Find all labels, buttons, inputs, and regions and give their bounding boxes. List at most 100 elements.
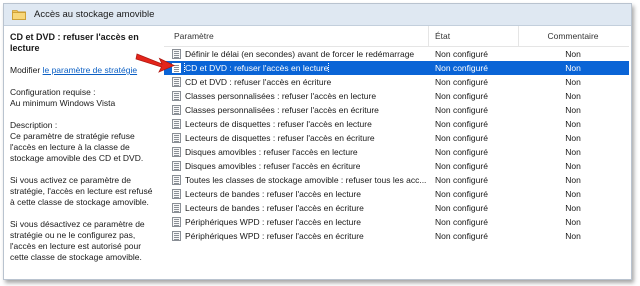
param-cell: Périphériques WPD : refuser l'accès en é… xyxy=(164,231,429,241)
policy-setting-icon xyxy=(172,189,181,199)
state-cell: Non configuré xyxy=(435,105,488,115)
column-header-state[interactable]: État xyxy=(429,26,519,46)
state-cell: Non configuré xyxy=(435,175,488,185)
gpedit-panel: Accès au stockage amovible CD et DVD : r… xyxy=(3,3,632,280)
state-cell: Non configuré xyxy=(435,189,488,199)
param-name: Lecteurs de bandes : refuser l'accès en … xyxy=(185,203,364,213)
param-cell: Disques amovibles : refuser l'accès en l… xyxy=(164,147,429,157)
param-name: Classes personnalisées : refuser l'accès… xyxy=(185,91,377,101)
comment-cell: Non xyxy=(565,91,581,101)
policy-setting-icon xyxy=(172,49,181,59)
comment-cell: Non xyxy=(565,63,581,73)
param-name: Lecteurs de disquettes : refuser l'accès… xyxy=(185,133,375,143)
policy-title: CD et DVD : refuser l'accès en lecture xyxy=(10,32,139,53)
comment-cell: Non xyxy=(565,49,581,59)
param-cell: Périphériques WPD : refuser l'accès en l… xyxy=(164,217,429,227)
description-label: Description : xyxy=(10,120,58,130)
list-rows: Définir le délai (en secondes) avant de … xyxy=(164,47,629,243)
param-cell: Disques amovibles : refuser l'accès en é… xyxy=(164,161,429,171)
param-name: Définir le délai (en secondes) avant de … xyxy=(185,49,415,59)
comment-cell: Non xyxy=(565,105,581,115)
table-row[interactable]: CD et DVD : refuser l'accès en écriture N… xyxy=(164,75,629,89)
param-cell: Classes personnalisées : refuser l'accès… xyxy=(164,91,429,101)
policy-setting-icon xyxy=(172,203,181,213)
table-row[interactable]: Lecteurs de bandes : refuser l'accès en … xyxy=(164,187,629,201)
param-name: Périphériques WPD : refuser l'accès en é… xyxy=(185,231,364,241)
param-cell: Classes personnalisées : refuser l'accès… xyxy=(164,105,429,115)
state-cell: Non configuré xyxy=(435,91,488,101)
param-cell: Lecteurs de bandes : refuser l'accès en … xyxy=(164,203,429,213)
policy-setting-icon xyxy=(172,217,181,227)
table-row[interactable]: Lecteurs de bandes : refuser l'accès en … xyxy=(164,201,629,215)
table-row[interactable]: Lecteurs de disquettes : refuser l'accès… xyxy=(164,131,629,145)
comment-cell: Non xyxy=(565,231,581,241)
param-name: Disques amovibles : refuser l'accès en l… xyxy=(185,147,358,157)
section-header: Accès au stockage amovible xyxy=(4,4,631,26)
requirements-label: Configuration requise : xyxy=(10,87,96,97)
param-name: Lecteurs de disquettes : refuser l'accès… xyxy=(185,119,372,129)
state-cell: Non configuré xyxy=(435,147,488,157)
policy-setting-icon xyxy=(172,105,181,115)
edit-prefix: Modifier xyxy=(10,65,43,75)
description-text-1: Ce paramètre de stratégie refuse l'accès… xyxy=(10,131,144,163)
comment-cell: Non xyxy=(565,175,581,185)
comment-cell: Non xyxy=(565,119,581,129)
comment-cell: Non xyxy=(565,77,581,87)
state-cell: Non configuré xyxy=(435,133,488,143)
table-row[interactable]: CD et DVD : refuser l'accès en lecture No… xyxy=(164,61,629,75)
requirements-value: Au minimum Windows Vista xyxy=(10,98,116,108)
param-name: Classes personnalisées : refuser l'accès… xyxy=(185,105,379,115)
edit-policy-link[interactable]: le paramètre de stratégie xyxy=(43,65,138,75)
param-name: Lecteurs de bandes : refuser l'accès en … xyxy=(185,189,361,199)
table-row[interactable]: Classes personnalisées : refuser l'accès… xyxy=(164,103,629,117)
comment-cell: Non xyxy=(565,133,581,143)
edit-policy-line: Modifier le paramètre de stratégie xyxy=(10,65,156,76)
table-row[interactable]: Toutes les classes de stockage amovible … xyxy=(164,173,629,187)
table-row[interactable]: Disques amovibles : refuser l'accès en é… xyxy=(164,159,629,173)
param-name: Toutes les classes de stockage amovible … xyxy=(185,175,427,185)
comment-cell: Non xyxy=(565,203,581,213)
column-header-comment[interactable]: Commentaire xyxy=(519,26,627,46)
table-row[interactable]: Classes personnalisées : refuser l'accès… xyxy=(164,89,629,103)
comment-cell: Non xyxy=(565,217,581,227)
comment-cell: Non xyxy=(565,161,581,171)
param-cell: CD et DVD : refuser l'accès en lecture xyxy=(164,63,429,73)
settings-list: Paramètre État Commentaire Définir le dé… xyxy=(164,26,629,279)
policy-setting-icon xyxy=(172,77,181,87)
list-header: Paramètre État Commentaire xyxy=(164,26,629,47)
param-name: Disques amovibles : refuser l'accès en é… xyxy=(185,161,361,171)
table-row[interactable]: Périphériques WPD : refuser l'accès en l… xyxy=(164,215,629,229)
state-cell: Non configuré xyxy=(435,203,488,213)
comment-cell: Non xyxy=(565,189,581,199)
table-row[interactable]: Périphériques WPD : refuser l'accès en é… xyxy=(164,229,629,243)
param-name: CD et DVD : refuser l'accès en lecture xyxy=(183,63,330,73)
policy-setting-icon xyxy=(172,133,181,143)
table-row[interactable]: Définir le délai (en secondes) avant de … xyxy=(164,47,629,61)
policy-setting-icon xyxy=(172,231,181,241)
param-cell: Lecteurs de disquettes : refuser l'accès… xyxy=(164,133,429,143)
state-cell: Non configuré xyxy=(435,119,488,129)
param-name: CD et DVD : refuser l'accès en écriture xyxy=(185,77,332,87)
policy-setting-icon xyxy=(172,91,181,101)
policy-setting-icon xyxy=(172,175,181,185)
description-text-2: Si vous activez ce paramètre de stratégi… xyxy=(10,175,153,207)
state-cell: Non configuré xyxy=(435,63,488,73)
policy-setting-icon xyxy=(172,161,181,171)
param-cell: Toutes les classes de stockage amovible … xyxy=(164,175,429,185)
param-name: Périphériques WPD : refuser l'accès en l… xyxy=(185,217,361,227)
policy-setting-icon xyxy=(172,119,181,129)
param-cell: Lecteurs de disquettes : refuser l'accès… xyxy=(164,119,429,129)
param-cell: Définir le délai (en secondes) avant de … xyxy=(164,49,429,59)
section-title: Accès au stockage amovible xyxy=(34,9,155,20)
folder-icon xyxy=(12,9,26,20)
comment-cell: Non xyxy=(565,147,581,157)
state-cell: Non configuré xyxy=(435,231,488,241)
table-row[interactable]: Disques amovibles : refuser l'accès en l… xyxy=(164,145,629,159)
table-row[interactable]: Lecteurs de disquettes : refuser l'accès… xyxy=(164,117,629,131)
description-text-3: Si vous désactivez ce paramètre de strat… xyxy=(10,219,145,262)
param-cell: Lecteurs de bandes : refuser l'accès en … xyxy=(164,189,429,199)
policy-setting-icon xyxy=(172,63,181,73)
param-cell: CD et DVD : refuser l'accès en écriture xyxy=(164,77,429,87)
column-header-param[interactable]: Paramètre xyxy=(164,26,429,46)
state-cell: Non configuré xyxy=(435,217,488,227)
